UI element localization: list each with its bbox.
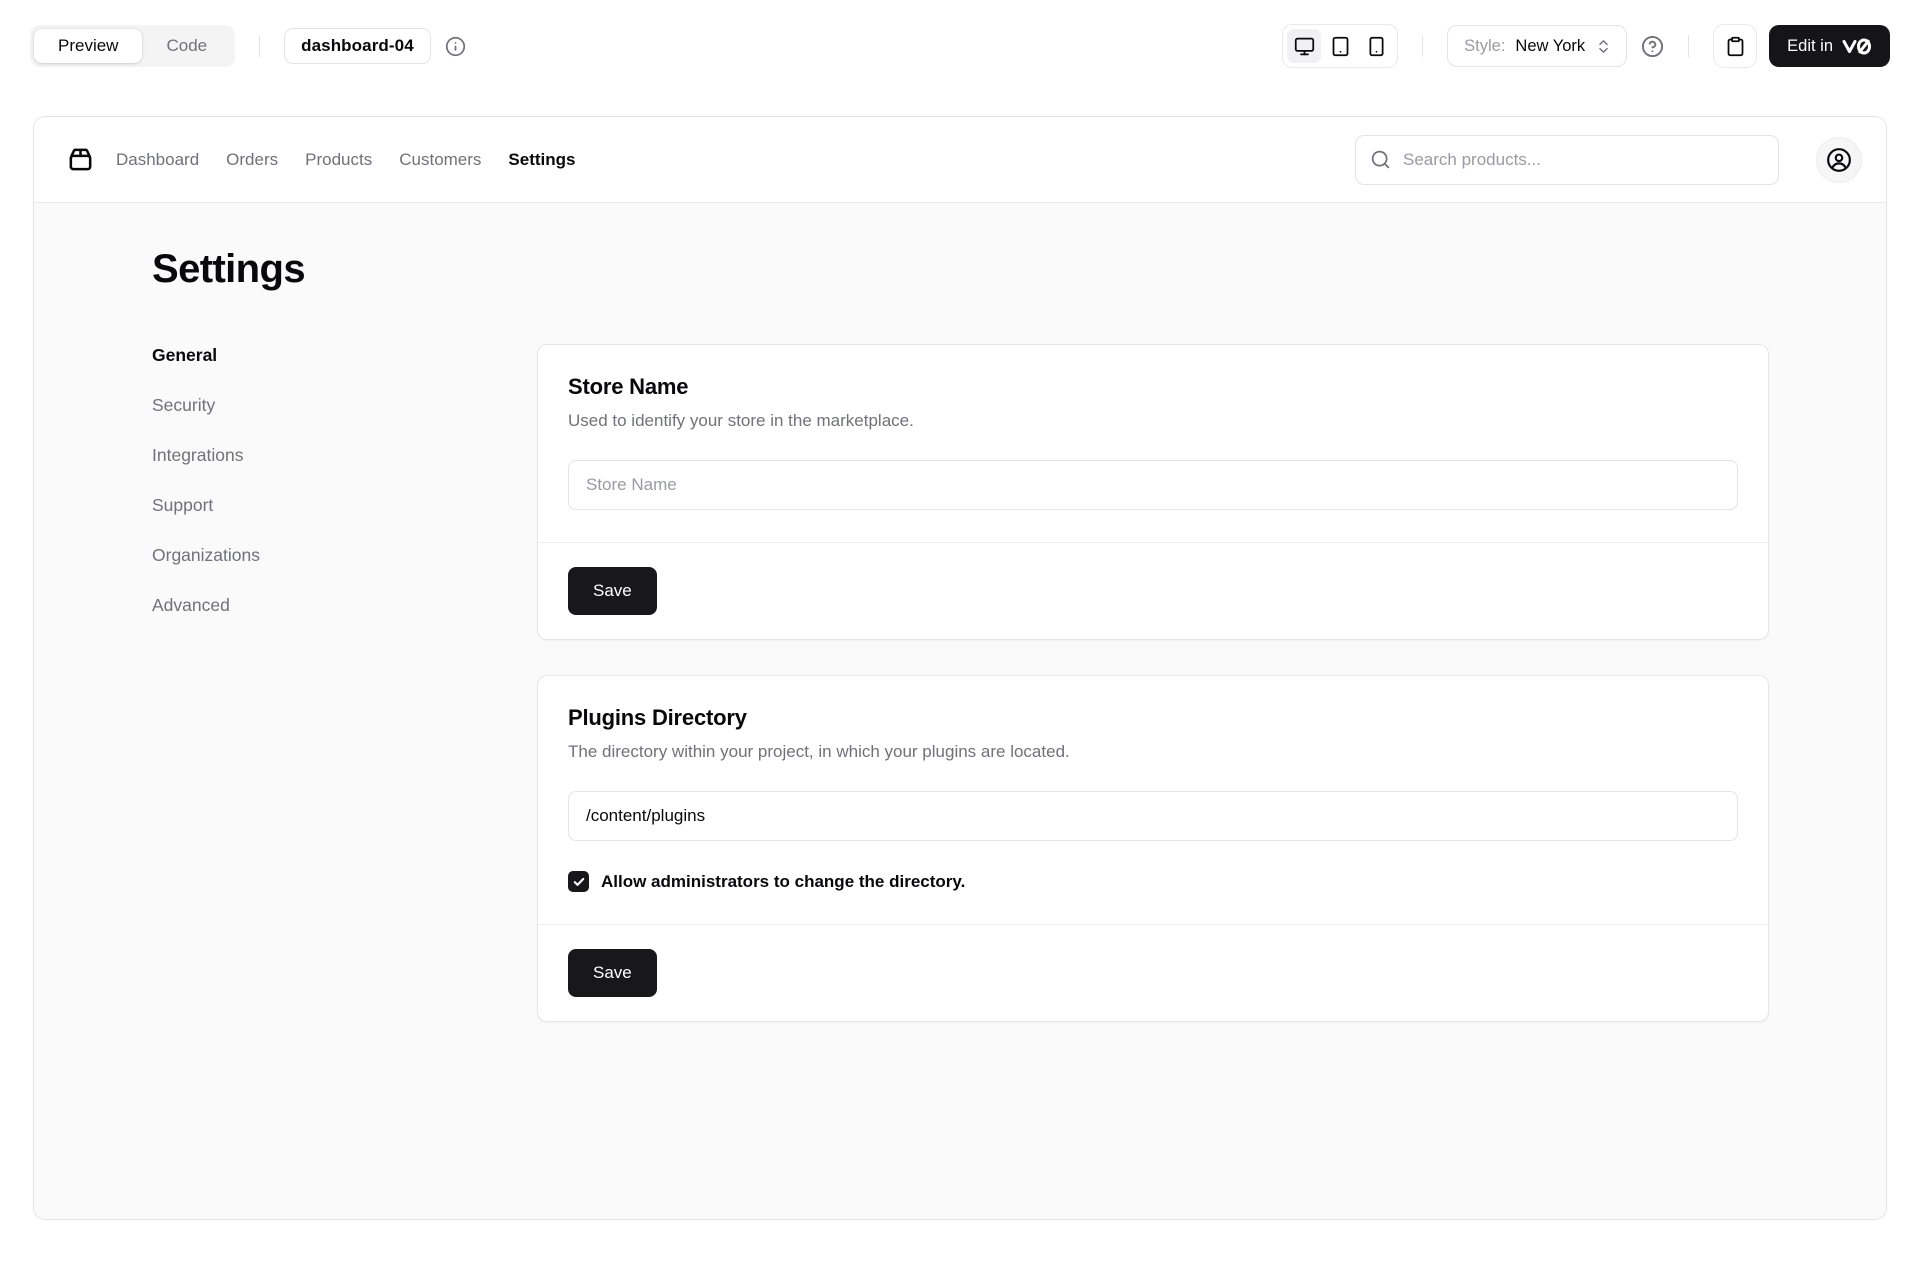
nav-item-settings[interactable]: Settings [508, 150, 575, 170]
sidebar-item-advanced[interactable]: Advanced [152, 594, 537, 617]
check-icon [572, 875, 586, 889]
block-info-button[interactable] [445, 36, 466, 57]
plugins-directory-input[interactable] [568, 791, 1738, 841]
card-title: Store Name [568, 374, 689, 399]
nav-item-orders[interactable]: Orders [226, 150, 278, 170]
card-footer: Save [538, 542, 1768, 639]
toolbar-divider [1688, 35, 1690, 57]
block-name-badge: dashboard-04 [284, 28, 431, 64]
mobile-view-button[interactable] [1359, 29, 1393, 63]
toolbar-right: Style: New York Edit in [1282, 24, 1890, 68]
package-icon[interactable] [66, 145, 95, 174]
smartphone-icon [1366, 36, 1387, 57]
tablet-view-button[interactable] [1323, 29, 1357, 63]
clipboard-icon [1725, 36, 1746, 57]
nav-item-customers[interactable]: Customers [399, 150, 481, 170]
user-menu-button[interactable] [1816, 136, 1862, 183]
page-title: Settings [152, 247, 306, 291]
plugins-directory-card: Plugins Directory The directory within y… [537, 675, 1769, 1022]
save-button[interactable]: Save [568, 567, 657, 615]
settings-cards: Store Name Used to identify your store i… [537, 344, 1769, 1022]
sidebar-item-security[interactable]: Security [152, 394, 537, 417]
store-name-input[interactable] [568, 460, 1738, 510]
view-toggle: Preview Code [30, 25, 236, 67]
card-footer: Save [538, 924, 1768, 1021]
preview-toolbar: Preview Code dashboard-04 Style: New Yor… [30, 24, 1890, 68]
toolbar-divider [1422, 35, 1424, 57]
block-preview-frame: Dashboard Orders Products Customers Sett… [33, 116, 1887, 1220]
app-nav: Dashboard Orders Products Customers Sett… [116, 150, 575, 170]
style-label: Style: [1464, 36, 1506, 55]
toolbar-divider [259, 35, 261, 57]
card-description: The directory within your project, in wh… [568, 742, 1070, 761]
style-select[interactable]: Style: New York [1447, 25, 1628, 67]
allow-admins-row: Allow administrators to change the direc… [568, 871, 1738, 892]
allow-admins-label[interactable]: Allow administrators to change the direc… [601, 872, 965, 892]
app-header: Dashboard Orders Products Customers Sett… [34, 117, 1886, 203]
edit-in-v0-label: Edit in [1787, 36, 1833, 55]
device-size-toggle [1282, 24, 1399, 68]
monitor-icon [1294, 36, 1315, 57]
help-circle-icon [1641, 35, 1664, 58]
preview-tab[interactable]: Preview [34, 29, 143, 63]
sidebar-item-organizations[interactable]: Organizations [152, 544, 537, 567]
allow-admins-checkbox[interactable] [568, 871, 589, 892]
desktop-view-button[interactable] [1287, 29, 1322, 63]
store-name-card: Store Name Used to identify your store i… [537, 344, 1769, 640]
search-box [1355, 134, 1779, 185]
card-description: Used to identify your store in the marke… [568, 411, 914, 430]
circle-user-icon [1826, 147, 1852, 173]
v0-logo-icon [1842, 38, 1872, 55]
chevrons-up-down-icon [1595, 38, 1612, 55]
tablet-icon [1330, 36, 1351, 57]
settings-sidebar: General Security Integrations Support Or… [152, 344, 537, 617]
settings-page: Settings General Security Integrations S… [34, 203, 1886, 1219]
sidebar-item-integrations[interactable]: Integrations [152, 444, 537, 467]
style-help-button[interactable] [1641, 35, 1664, 58]
sidebar-item-support[interactable]: Support [152, 494, 537, 517]
code-tab[interactable]: Code [142, 29, 231, 63]
nav-item-dashboard[interactable]: Dashboard [116, 150, 199, 170]
save-button[interactable]: Save [568, 949, 657, 997]
card-title: Plugins Directory [568, 705, 747, 730]
sidebar-item-general[interactable]: General [152, 344, 537, 367]
style-value: New York [1515, 36, 1586, 55]
edit-in-v0-button[interactable]: Edit in [1769, 25, 1890, 67]
search-input[interactable] [1355, 134, 1779, 185]
nav-item-products[interactable]: Products [305, 150, 372, 170]
info-icon [445, 36, 466, 57]
copy-code-button[interactable] [1713, 24, 1758, 68]
